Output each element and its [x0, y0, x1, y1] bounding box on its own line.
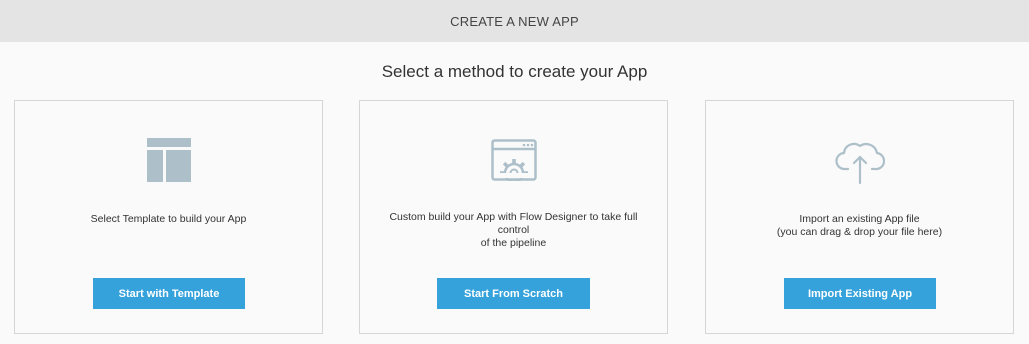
- flow-designer-window-gear-icon: [490, 139, 537, 181]
- template-description: Select Template to build your App: [90, 213, 247, 225]
- method-heading: Select a method to create your App: [381, 62, 648, 81]
- template-card[interactable]: Select Template to build your App Start …: [14, 100, 323, 334]
- template-layout-icon: [146, 138, 191, 182]
- scratch-card[interactable]: Custom build your App with Flow Designer…: [359, 100, 668, 334]
- page-title: CREATE A NEW APP: [450, 13, 579, 29]
- start-from-scratch-button[interactable]: Start From Scratch: [437, 278, 590, 309]
- import-card[interactable]: Import an existing App file (you can dra…: [705, 100, 1014, 334]
- top-bar: CREATE A NEW APP: [0, 0, 1029, 42]
- cloud-upload-icon: [834, 142, 885, 185]
- scratch-description: Custom build your App with Flow Designer…: [389, 211, 638, 249]
- start-with-template-button[interactable]: Start with Template: [93, 278, 245, 309]
- import-existing-app-button[interactable]: Import Existing App: [784, 278, 936, 309]
- import-description: Import an existing App file (you can dra…: [776, 213, 943, 238]
